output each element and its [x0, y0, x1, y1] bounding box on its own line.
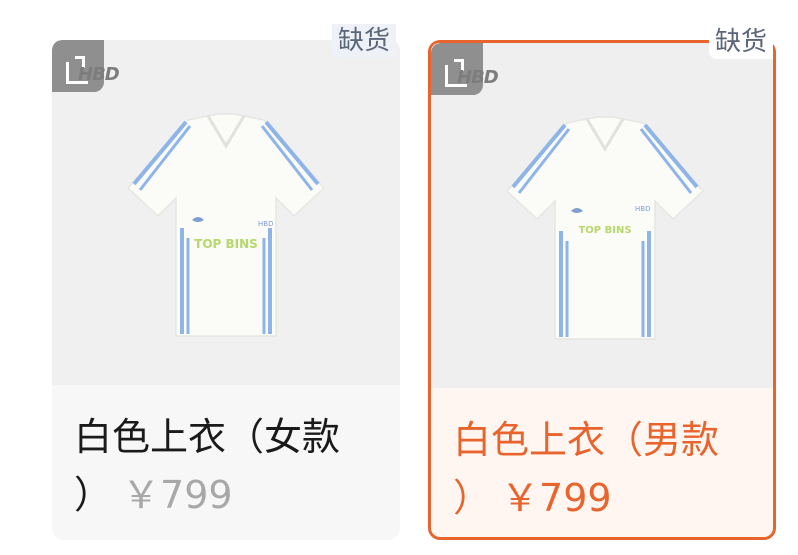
svg-text:HBD: HBD: [635, 205, 650, 213]
product-price: ￥799: [501, 476, 612, 520]
product-name-line1: 白色上衣（男款: [453, 418, 720, 462]
product-name-line2: ）: [453, 476, 492, 520]
brand-logo-icon: HBD: [52, 40, 120, 92]
product-card-women[interactable]: HBD TOP BINS HBD 缺货 白色上衣（女款 ） ￥799: [52, 24, 400, 540]
product-name-line2: ）: [74, 473, 113, 517]
out-of-stock-badge: 缺货: [331, 24, 396, 58]
svg-text:TOP BINS: TOP BINS: [578, 225, 631, 236]
svg-text:TOP BINS: TOP BINS: [194, 237, 258, 251]
white-shirt-image: TOP BINS HBD: [505, 116, 705, 340]
product-image[interactable]: HBD TOP BINS HBD: [52, 40, 400, 385]
out-of-stock-badge: 缺货: [708, 25, 773, 59]
product-price: ￥799: [122, 473, 233, 517]
white-shirt-image: TOP BINS HBD: [126, 113, 326, 337]
product-name: 白色上衣（男款 ） ￥799: [453, 411, 753, 527]
product-image[interactable]: HBD TOP BINS HBD: [431, 43, 773, 388]
product-name: 白色上衣（女款 ） ￥799: [74, 408, 380, 524]
svg-text:HBD: HBD: [258, 220, 273, 228]
brand-logo-icon: HBD: [431, 43, 499, 95]
product-name-line1: 白色上衣（女款: [74, 415, 341, 459]
product-card-men[interactable]: HBD TOP BINS HBD 缺货 白色上衣（男款 ） ￥799: [428, 25, 776, 540]
